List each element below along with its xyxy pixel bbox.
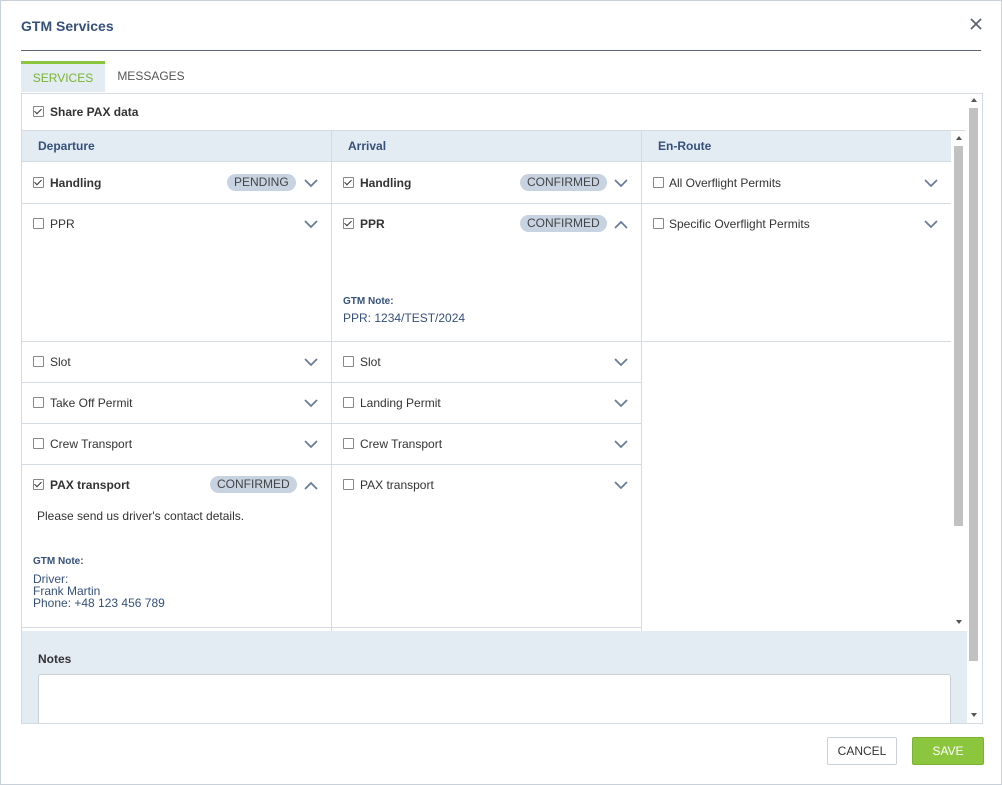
- status-badge: CONFIRMED: [520, 174, 607, 191]
- close-icon[interactable]: [967, 15, 985, 33]
- panel-scrollbar-thumb[interactable]: [969, 108, 978, 661]
- save-button[interactable]: SAVE: [912, 737, 984, 765]
- row-divider: [22, 382, 641, 383]
- row-divider: [22, 464, 641, 465]
- departure-slot-checkbox[interactable]: [33, 356, 44, 367]
- scroll-up-icon[interactable]: [971, 98, 977, 102]
- enroute-specific-overflight-checkbox[interactable]: [653, 218, 664, 229]
- chevron-up-icon[interactable]: [304, 481, 318, 490]
- departure-handling-label: Handling: [50, 176, 102, 190]
- chevron-down-icon[interactable]: [304, 179, 318, 188]
- services-panel: Share PAX data Departure Arrival En-Rout…: [21, 93, 983, 724]
- departure-pax-label: PAX transport: [50, 478, 130, 492]
- status-badge: PENDING: [227, 174, 296, 191]
- row-divider: [22, 203, 641, 204]
- chevron-down-icon[interactable]: [614, 399, 628, 408]
- grid-scrollbar[interactable]: [953, 131, 965, 631]
- chevron-down-icon[interactable]: [304, 440, 318, 449]
- arrival-handling-checkbox[interactable]: [343, 177, 354, 188]
- arrival-pax-checkbox[interactable]: [343, 479, 354, 490]
- departure-pax-checkbox[interactable]: [33, 479, 44, 490]
- chevron-down-icon[interactable]: [924, 179, 938, 188]
- chevron-down-icon[interactable]: [614, 179, 628, 188]
- departure-crew-label: Crew Transport: [50, 437, 133, 451]
- grid-scrollbar-thumb[interactable]: [954, 146, 963, 526]
- chevron-up-icon[interactable]: [614, 220, 628, 229]
- arrival-landing-label: Landing Permit: [360, 396, 441, 410]
- gtm-note-label: GTM Note:: [33, 556, 84, 567]
- enroute-all-overflight-label: All Overflight Permits: [669, 176, 782, 190]
- status-badge: CONFIRMED: [520, 215, 607, 232]
- departure-ppr-label: PPR: [50, 217, 75, 231]
- share-pax-row: Share PAX data: [22, 94, 965, 131]
- share-pax-label: Share PAX data: [50, 105, 139, 119]
- arrival-handling-label: Handling: [360, 176, 412, 190]
- scroll-down-icon[interactable]: [971, 713, 977, 717]
- gtm-note-value: PPR: 1234/TEST/2024: [343, 311, 466, 325]
- row-divider: [642, 203, 951, 204]
- column-divider: [331, 131, 332, 631]
- panel-scrollbar[interactable]: [967, 94, 981, 723]
- tab-messages[interactable]: MESSAGES: [109, 61, 193, 92]
- departure-pax-message: Please send us driver's contact details.: [37, 509, 245, 523]
- gtm-note-label: GTM Note:: [343, 296, 394, 307]
- notes-section: Notes: [22, 631, 967, 723]
- row-divider: [22, 627, 641, 628]
- arrival-crew-checkbox[interactable]: [343, 438, 354, 449]
- enroute-all-overflight-checkbox[interactable]: [653, 177, 664, 188]
- chevron-down-icon[interactable]: [924, 220, 938, 229]
- chevron-down-icon[interactable]: [614, 481, 628, 490]
- chevron-down-icon[interactable]: [304, 399, 318, 408]
- arrival-header: Arrival: [332, 131, 642, 162]
- chevron-down-icon[interactable]: [614, 440, 628, 449]
- enroute-header: En-Route: [642, 131, 951, 162]
- departure-handling-checkbox[interactable]: [33, 177, 44, 188]
- scroll-down-icon[interactable]: [956, 620, 962, 624]
- column-divider: [641, 131, 642, 631]
- cancel-button[interactable]: CANCEL: [827, 737, 897, 765]
- arrival-ppr-label: PPR: [360, 217, 385, 231]
- chevron-down-icon[interactable]: [614, 358, 628, 367]
- tab-services[interactable]: SERVICES: [21, 61, 105, 92]
- arrival-landing-checkbox[interactable]: [343, 397, 354, 408]
- departure-slot-label: Slot: [50, 355, 71, 369]
- arrival-slot-checkbox[interactable]: [343, 356, 354, 367]
- chevron-down-icon[interactable]: [304, 358, 318, 367]
- title-divider: [21, 50, 981, 51]
- services-grid: Departure Arrival En-Route Handling PEND…: [22, 131, 951, 631]
- status-badge: CONFIRMED: [210, 476, 297, 493]
- departure-header: Departure: [22, 131, 332, 162]
- departure-ppr-checkbox[interactable]: [33, 218, 44, 229]
- dialog-title: GTM Services: [21, 18, 114, 34]
- share-pax-checkbox[interactable]: [33, 106, 44, 117]
- notes-label: Notes: [38, 652, 72, 666]
- departure-takeoff-label: Take Off Permit: [50, 396, 133, 410]
- scroll-up-icon[interactable]: [956, 136, 962, 140]
- row-divider: [22, 423, 641, 424]
- enroute-specific-overflight-label: Specific Overflight Permits: [669, 217, 810, 231]
- arrival-ppr-checkbox[interactable]: [343, 218, 354, 229]
- departure-takeoff-checkbox[interactable]: [33, 397, 44, 408]
- arrival-pax-label: PAX transport: [360, 478, 434, 492]
- gtm-note-line: Phone: +48 123 456 789: [33, 596, 165, 610]
- row-divider: [22, 341, 951, 342]
- arrival-crew-label: Crew Transport: [360, 437, 443, 451]
- chevron-down-icon[interactable]: [304, 220, 318, 229]
- gtm-services-dialog: GTM Services SERVICES MESSAGES Share PAX…: [0, 0, 1002, 785]
- arrival-slot-label: Slot: [360, 355, 381, 369]
- notes-textarea[interactable]: [38, 674, 951, 723]
- departure-crew-checkbox[interactable]: [33, 438, 44, 449]
